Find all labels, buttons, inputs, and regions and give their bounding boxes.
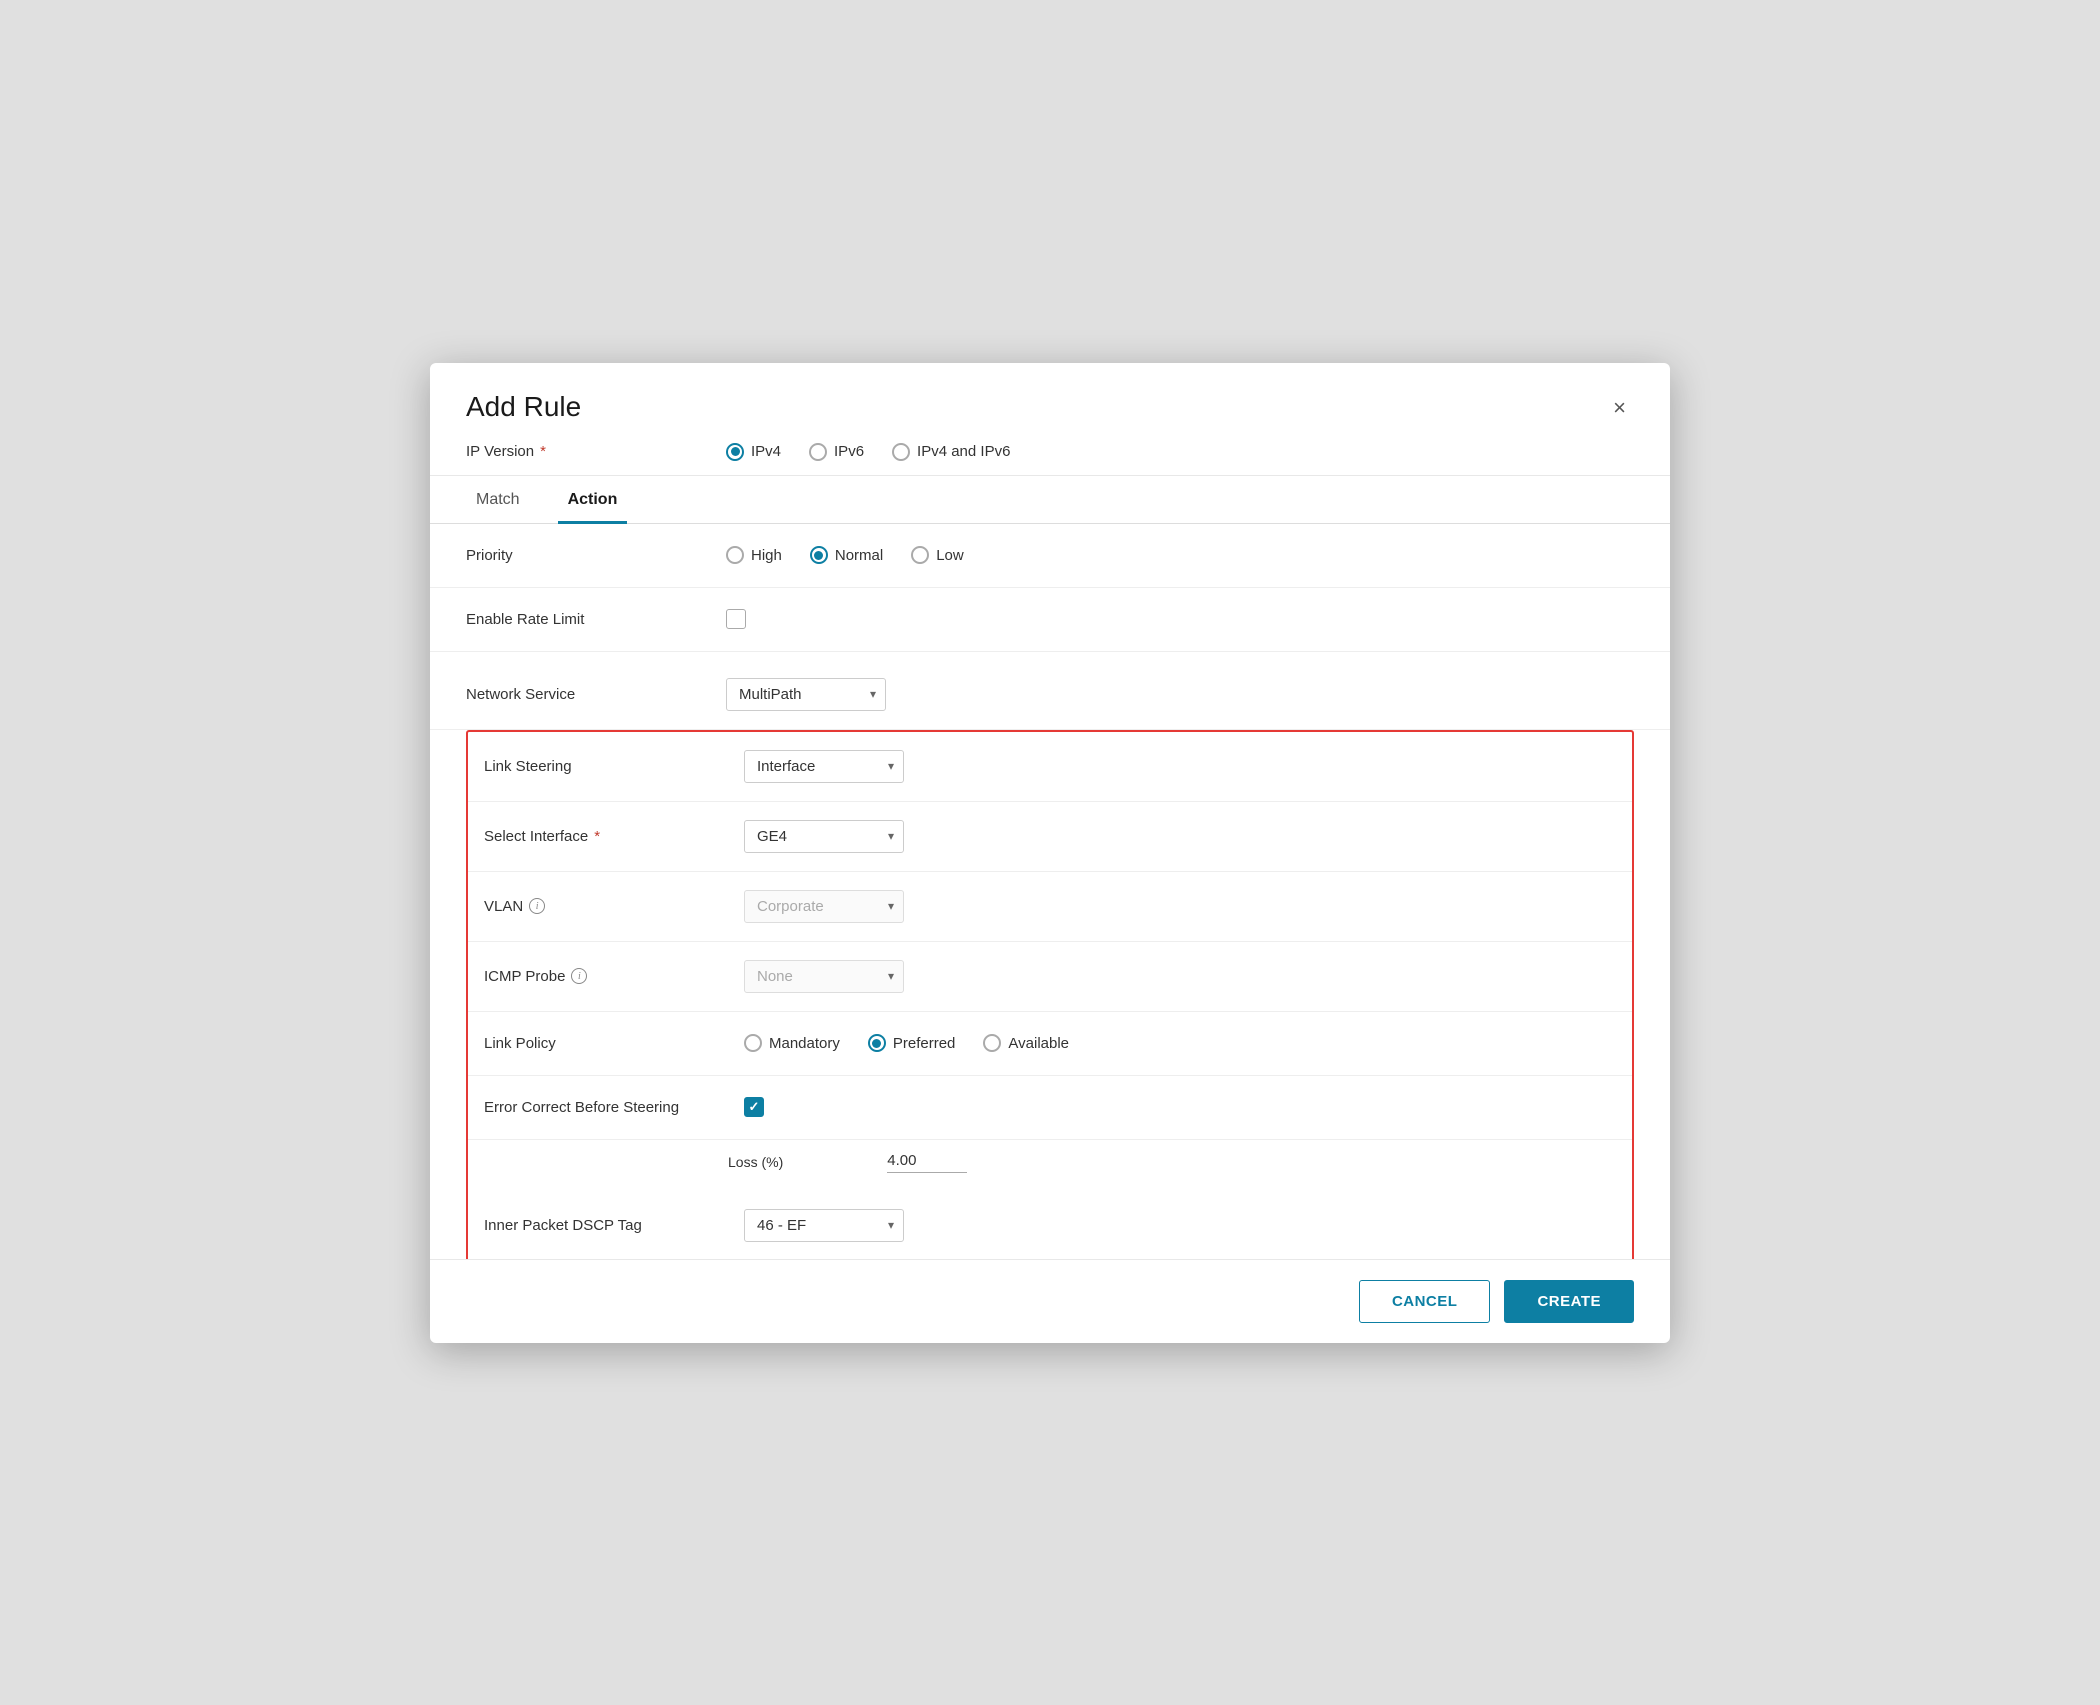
select-interface-row: Select Interface * GE4 ▾ xyxy=(468,802,1632,872)
link-policy-row: Link Policy Mandatory Preferred Availabl… xyxy=(468,1012,1632,1076)
inner-dscp-label: Inner Packet DSCP Tag xyxy=(484,1217,744,1234)
loss-row: Loss (%) 4.00 xyxy=(468,1140,1632,1191)
network-service-select[interactable]: MultiPath xyxy=(726,678,886,711)
link-steering-section: Link Steering Interface ▾ Select Interfa… xyxy=(466,730,1634,1259)
tab-match[interactable]: Match xyxy=(466,477,530,524)
link-steering-select-wrapper: Interface ▾ xyxy=(744,750,904,783)
priority-high-radio[interactable] xyxy=(726,546,744,564)
link-policy-preferred-radio[interactable] xyxy=(868,1034,886,1052)
link-policy-available-radio[interactable] xyxy=(983,1034,1001,1052)
ipv4-ipv6-option[interactable]: IPv4 and IPv6 xyxy=(892,443,1010,461)
link-policy-mandatory-radio[interactable] xyxy=(744,1034,762,1052)
interface-required: * xyxy=(594,828,600,845)
vlan-select[interactable]: Corporate xyxy=(744,890,904,923)
add-rule-dialog: Add Rule × IP Version * IPv4 IPv6 IPv4 a… xyxy=(430,363,1670,1343)
vlan-select-wrapper: Corporate ▾ xyxy=(744,890,904,923)
ip-version-row: IP Version * IPv4 IPv6 IPv4 and IPv6 xyxy=(430,425,1670,476)
priority-label: Priority xyxy=(466,547,726,564)
priority-normal-option[interactable]: Normal xyxy=(810,546,883,564)
error-correct-checkbox[interactable] xyxy=(744,1097,764,1117)
link-steering-label: Link Steering xyxy=(484,758,744,775)
link-policy-available-option[interactable]: Available xyxy=(983,1034,1069,1052)
priority-low-radio[interactable] xyxy=(911,546,929,564)
link-steering-control: Interface ▾ xyxy=(744,750,1616,783)
network-service-label: Network Service xyxy=(466,686,726,703)
tab-action[interactable]: Action xyxy=(558,477,628,524)
inner-dscp-select[interactable]: 46 - EF xyxy=(744,1209,904,1242)
icmp-probe-select[interactable]: None xyxy=(744,960,904,993)
inner-dscp-row: Inner Packet DSCP Tag 46 - EF ▾ xyxy=(468,1191,1632,1259)
ipv6-option[interactable]: IPv6 xyxy=(809,443,864,461)
spacer xyxy=(430,652,1670,660)
priority-low-option[interactable]: Low xyxy=(911,546,964,564)
enable-rate-limit-checkbox[interactable] xyxy=(726,609,746,629)
ip-version-label: IP Version * xyxy=(466,443,726,460)
priority-high-option[interactable]: High xyxy=(726,546,782,564)
link-policy-radio-group: Mandatory Preferred Available xyxy=(744,1034,1616,1052)
vlan-label: VLAN i xyxy=(484,898,744,915)
enable-rate-limit-label: Enable Rate Limit xyxy=(466,611,726,628)
ip-version-radio-group: IPv4 IPv6 IPv4 and IPv6 xyxy=(726,443,1010,461)
create-button[interactable]: CREATE xyxy=(1504,1280,1634,1323)
link-policy-label: Link Policy xyxy=(484,1035,744,1052)
loss-label: Loss (%) xyxy=(728,1154,783,1170)
error-correct-label: Error Correct Before Steering xyxy=(484,1099,744,1116)
dialog-body: Priority High Normal Low Enable Rate Lim… xyxy=(430,524,1670,1259)
ipv6-radio[interactable] xyxy=(809,443,827,461)
link-steering-row: Link Steering Interface ▾ xyxy=(468,732,1632,802)
vlan-row: VLAN i Corporate ▾ xyxy=(468,872,1632,942)
enable-rate-limit-row: Enable Rate Limit xyxy=(430,588,1670,652)
inner-dscp-select-wrapper: 46 - EF ▾ xyxy=(744,1209,904,1242)
priority-radio-group: High Normal Low xyxy=(726,546,1634,564)
link-policy-mandatory-option[interactable]: Mandatory xyxy=(744,1034,840,1052)
priority-normal-radio[interactable] xyxy=(810,546,828,564)
icmp-probe-row: ICMP Probe i None ▾ xyxy=(468,942,1632,1012)
inner-dscp-control: 46 - EF ▾ xyxy=(744,1209,1616,1242)
ipv4-radio[interactable] xyxy=(726,443,744,461)
select-interface-select[interactable]: GE4 xyxy=(744,820,904,853)
icmp-probe-select-wrapper: None ▾ xyxy=(744,960,904,993)
icmp-probe-control: None ▾ xyxy=(744,960,1616,993)
icmp-probe-info-icon: i xyxy=(571,968,587,984)
network-service-control: MultiPath ▾ xyxy=(726,678,1634,711)
select-interface-label: Select Interface * xyxy=(484,828,744,845)
loss-value: 4.00 xyxy=(887,1152,967,1173)
vlan-control: Corporate ▾ xyxy=(744,890,1616,923)
dialog-footer: CANCEL CREATE xyxy=(430,1259,1670,1343)
icmp-probe-label: ICMP Probe i xyxy=(484,968,744,985)
error-correct-row: Error Correct Before Steering xyxy=(468,1076,1632,1140)
link-steering-select[interactable]: Interface xyxy=(744,750,904,783)
error-correct-control xyxy=(744,1097,1616,1117)
select-interface-control: GE4 ▾ xyxy=(744,820,1616,853)
select-interface-select-wrapper: GE4 ▾ xyxy=(744,820,904,853)
tabs-row: Match Action xyxy=(430,476,1670,524)
cancel-button[interactable]: CANCEL xyxy=(1359,1280,1491,1323)
dialog-title: Add Rule xyxy=(466,391,581,423)
link-policy-preferred-option[interactable]: Preferred xyxy=(868,1034,956,1052)
priority-row: Priority High Normal Low xyxy=(430,524,1670,588)
network-service-row: Network Service MultiPath ▾ xyxy=(430,660,1670,730)
enable-rate-limit-control xyxy=(726,609,1634,629)
ipv4-ipv6-radio[interactable] xyxy=(892,443,910,461)
network-service-select-wrapper: MultiPath ▾ xyxy=(726,678,886,711)
dialog-header: Add Rule × xyxy=(430,363,1670,425)
required-indicator: * xyxy=(540,443,546,460)
vlan-info-icon: i xyxy=(529,898,545,914)
ipv4-option[interactable]: IPv4 xyxy=(726,443,781,461)
close-button[interactable]: × xyxy=(1605,391,1634,425)
